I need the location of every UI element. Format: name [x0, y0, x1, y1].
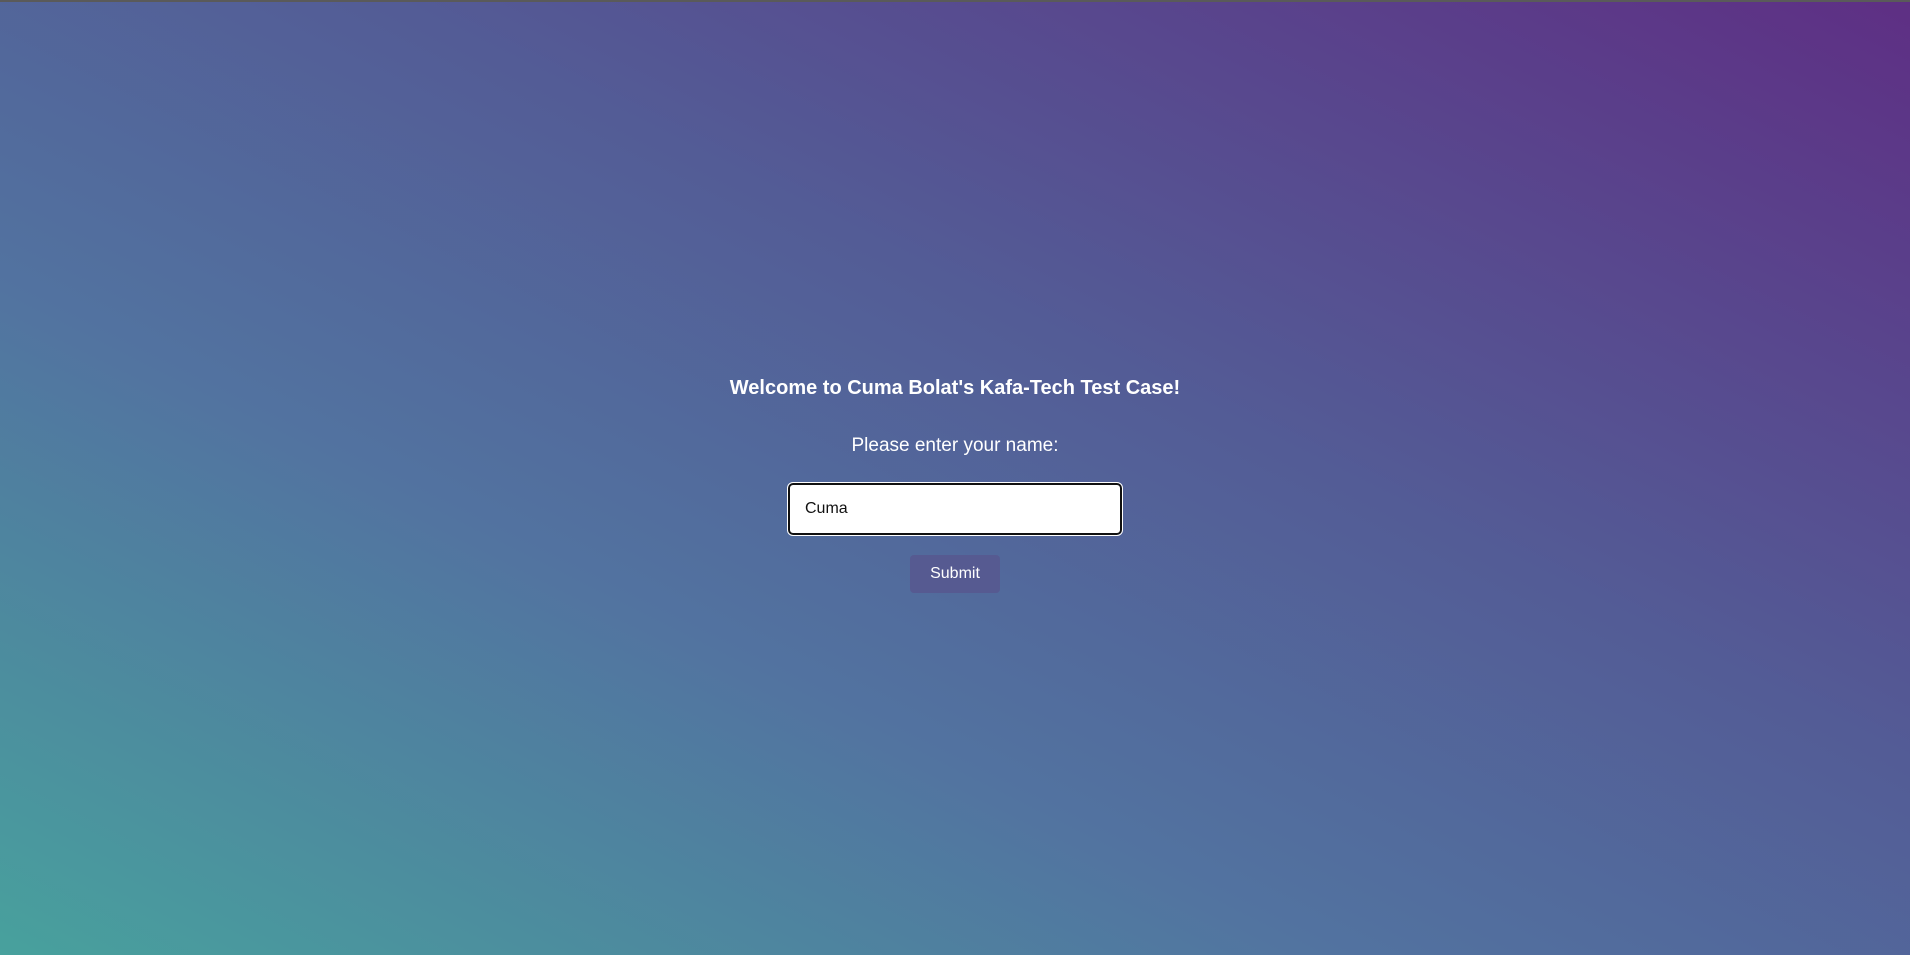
welcome-form: Welcome to Cuma Bolat's Kafa-Tech Test C… — [0, 373, 1910, 593]
page-title: Welcome to Cuma Bolat's Kafa-Tech Test C… — [729, 377, 1181, 399]
submit-button[interactable]: Submit — [910, 555, 1000, 593]
top-border-line — [0, 0, 1910, 2]
name-prompt-label: Please enter your name: — [851, 435, 1059, 456]
name-input[interactable] — [787, 482, 1123, 536]
